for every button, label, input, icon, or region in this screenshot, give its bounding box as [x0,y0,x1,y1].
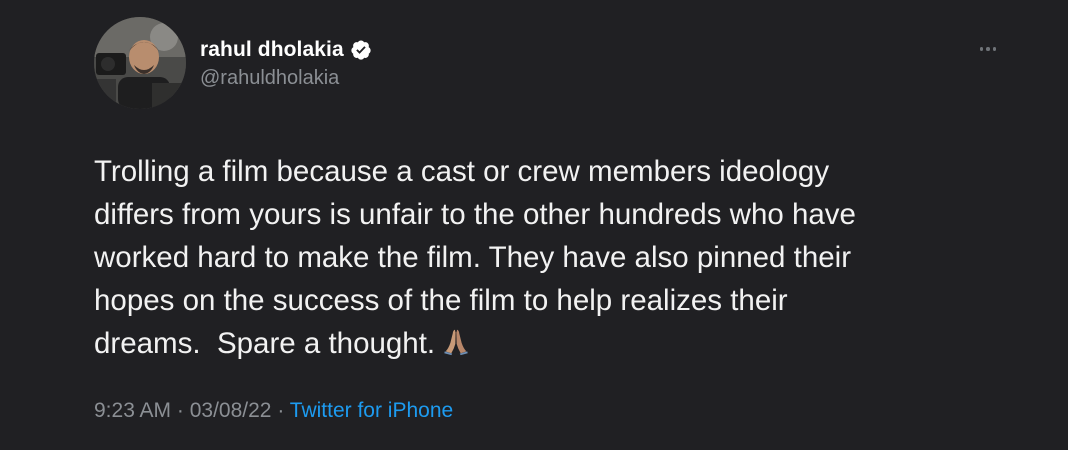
tweet-date[interactable]: 03/08/22 [190,399,272,422]
tweet-header: rahul dholakia @rahuldholakia [94,17,1008,113]
verified-badge-icon [350,39,372,61]
tweet-text-last-line: dreams. Spare a thought. [94,322,994,368]
handle[interactable]: @rahuldholakia [200,67,372,90]
display-name[interactable]: rahul dholakia [200,38,344,62]
tweet-card: rahul dholakia @rahuldholakia Trolling a… [0,0,1068,450]
tweet-text-line: worked hard to make the film. They have … [94,241,852,274]
tweet-text-line: Trolling a film because a cast or crew m… [94,155,830,188]
tweet-text-line: differs from yours is unfair to the othe… [94,198,856,231]
tweet-text-line: dreams. Spare a thought. [94,327,436,360]
tweet-text-line: hopes on the success of the film to help… [94,284,788,317]
avatar-photo [94,17,186,109]
author-names: rahul dholakia @rahuldholakia [200,35,372,90]
tweet-time[interactable]: 9:23 AM [94,399,171,422]
avatar[interactable] [94,17,186,109]
more-options-icon[interactable] [968,37,1008,61]
folded-hands-emoji [441,325,471,368]
tweet-source-link[interactable]: Twitter for iPhone [290,399,453,422]
tweet-text: Trolling a film because a cast or crew m… [94,150,994,368]
display-name-row: rahul dholakia [200,35,372,65]
meta-separator: · [271,399,290,422]
meta-separator: · [171,399,190,422]
tweet-metadata: 9:23 AM · 03/08/22 · Twitter for iPhone [94,399,453,423]
